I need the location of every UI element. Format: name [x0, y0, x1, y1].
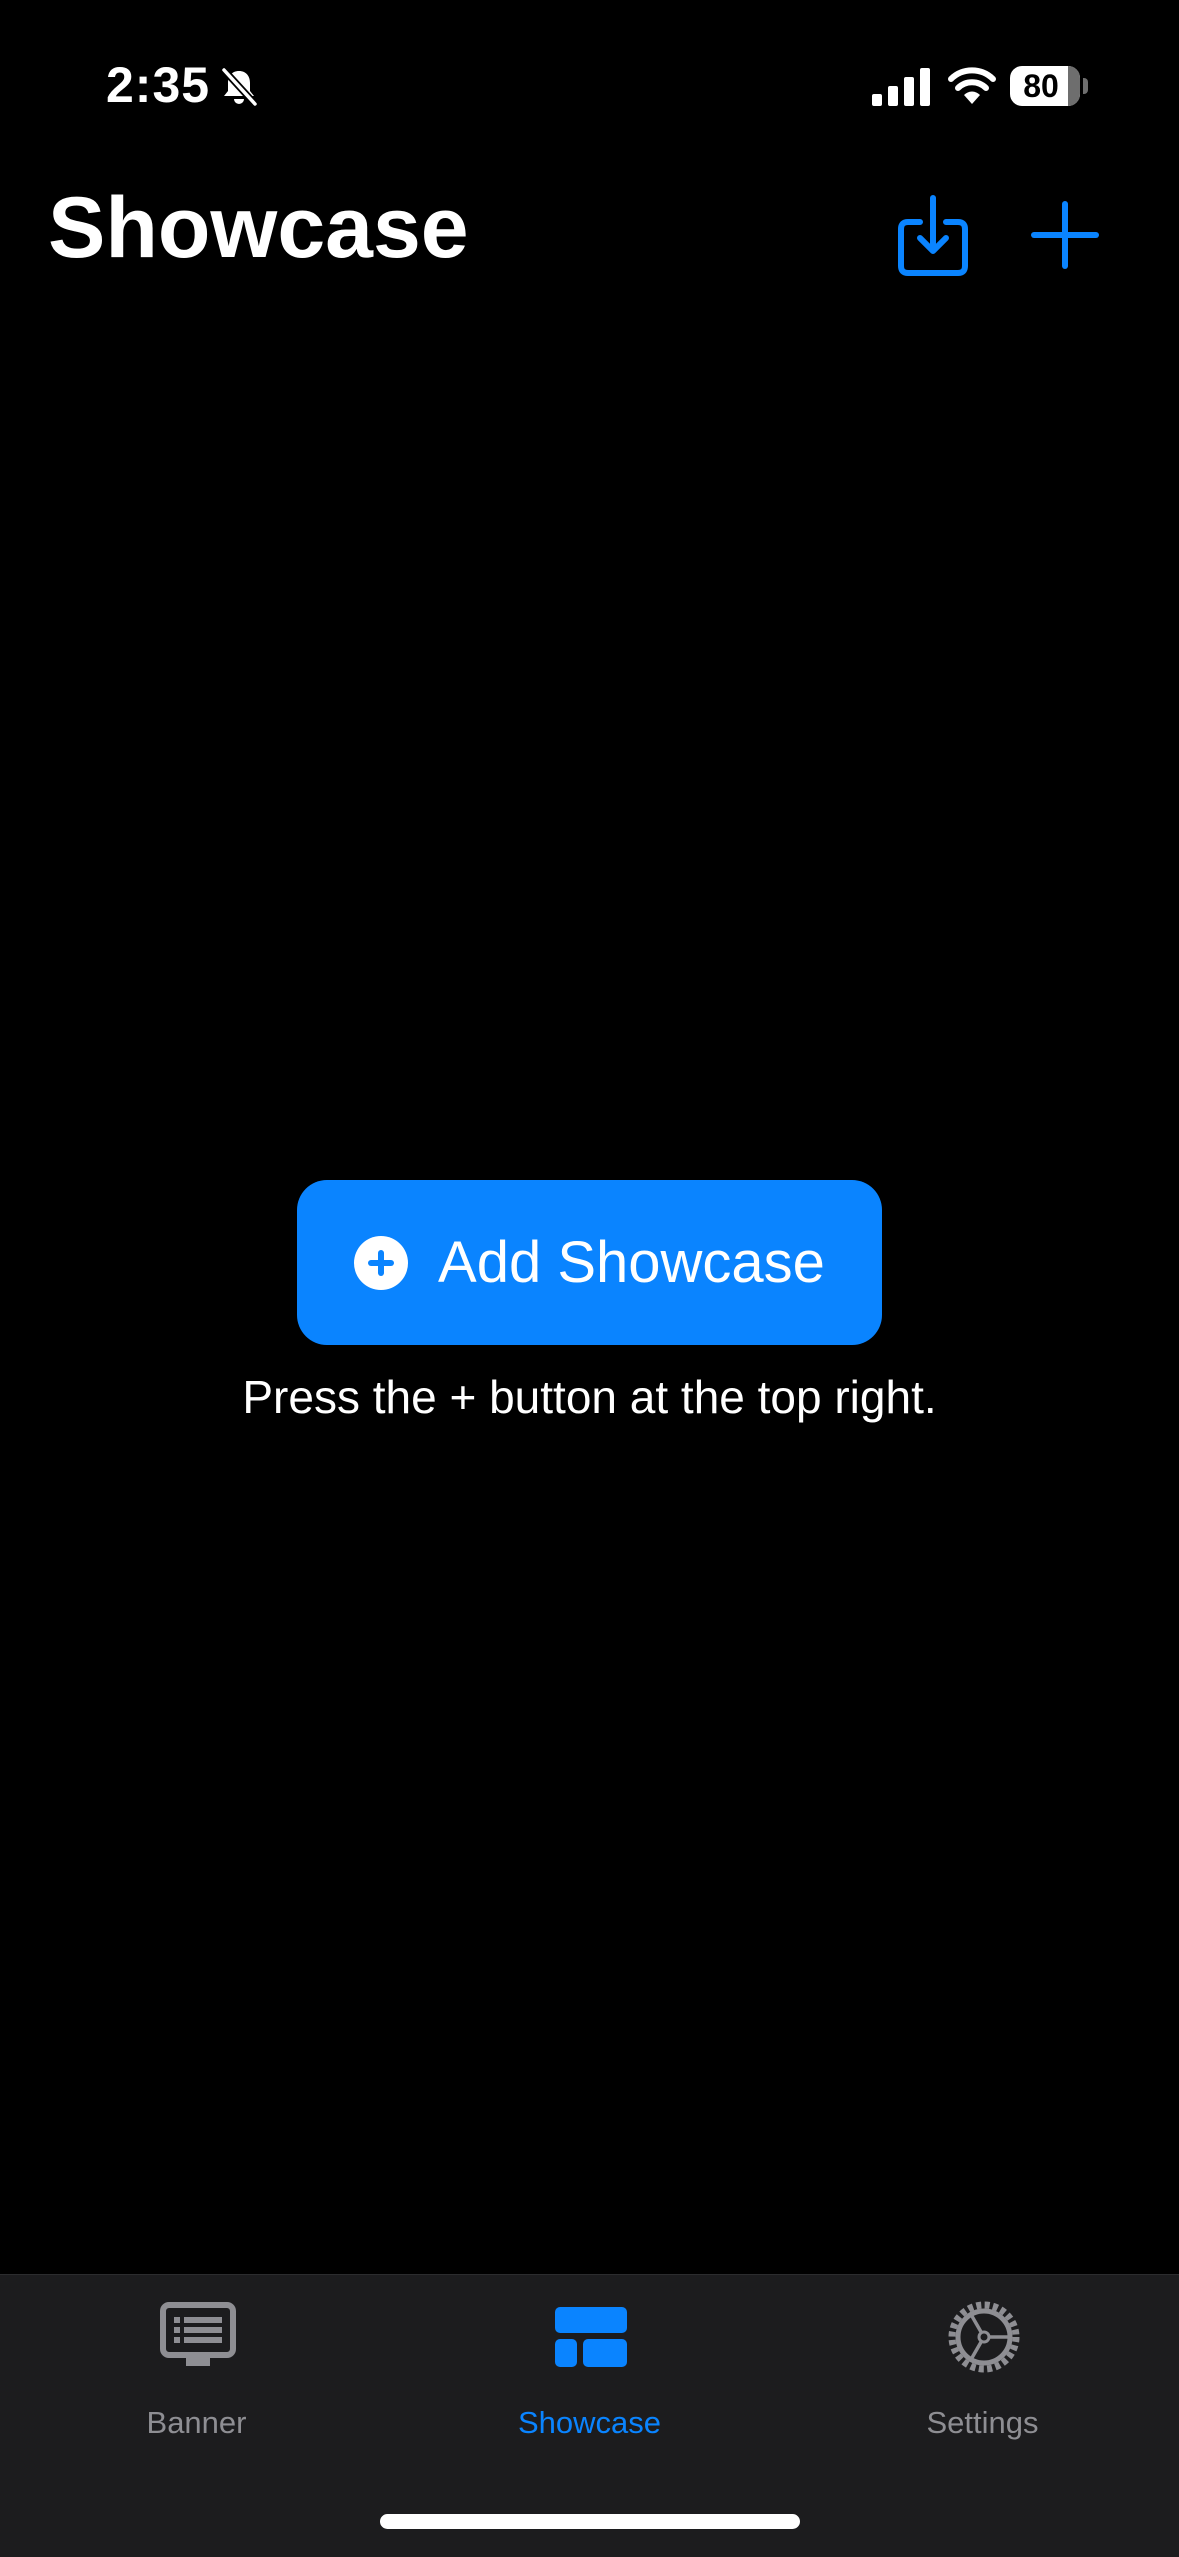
add-showcase-label: Add Showcase [438, 1230, 825, 1295]
tab-showcase-label: Showcase [517, 2405, 662, 2440]
tab-settings[interactable]: Settings [786, 2275, 1179, 2455]
battery-icon: 80 [1010, 66, 1080, 106]
gear-icon [948, 2301, 1020, 2373]
display-icon [160, 2302, 236, 2366]
battery-nub [1083, 78, 1088, 94]
status-bar: 2:35 80 [0, 0, 1179, 170]
plus-icon [1031, 201, 1099, 269]
battery-level: 80 [1023, 68, 1059, 104]
home-indicator[interactable] [380, 2514, 800, 2529]
tab-banner-label: Banner [146, 2405, 247, 2440]
add-button[interactable] [1030, 200, 1100, 270]
plus-circle-icon [354, 1235, 409, 1290]
battery-empty-segment [1068, 66, 1080, 106]
wifi-icon [948, 67, 996, 104]
signal-icon [872, 68, 930, 106]
layout-icon [555, 2307, 627, 2367]
tab-settings-label: Settings [926, 2405, 1039, 2440]
page-title: Showcase [48, 180, 469, 276]
bell-slash-icon [221, 67, 258, 107]
tab-banner[interactable]: Banner [0, 2275, 393, 2455]
add-showcase-button[interactable]: Add Showcase [297, 1180, 882, 1345]
status-time: 2:35 [106, 57, 211, 113]
tray-arrow-down-icon [898, 195, 968, 276]
import-button[interactable] [896, 194, 970, 278]
empty-state-hint: Press the + button at the top right. [242, 1371, 937, 1423]
tab-showcase[interactable]: Showcase [393, 2275, 786, 2455]
